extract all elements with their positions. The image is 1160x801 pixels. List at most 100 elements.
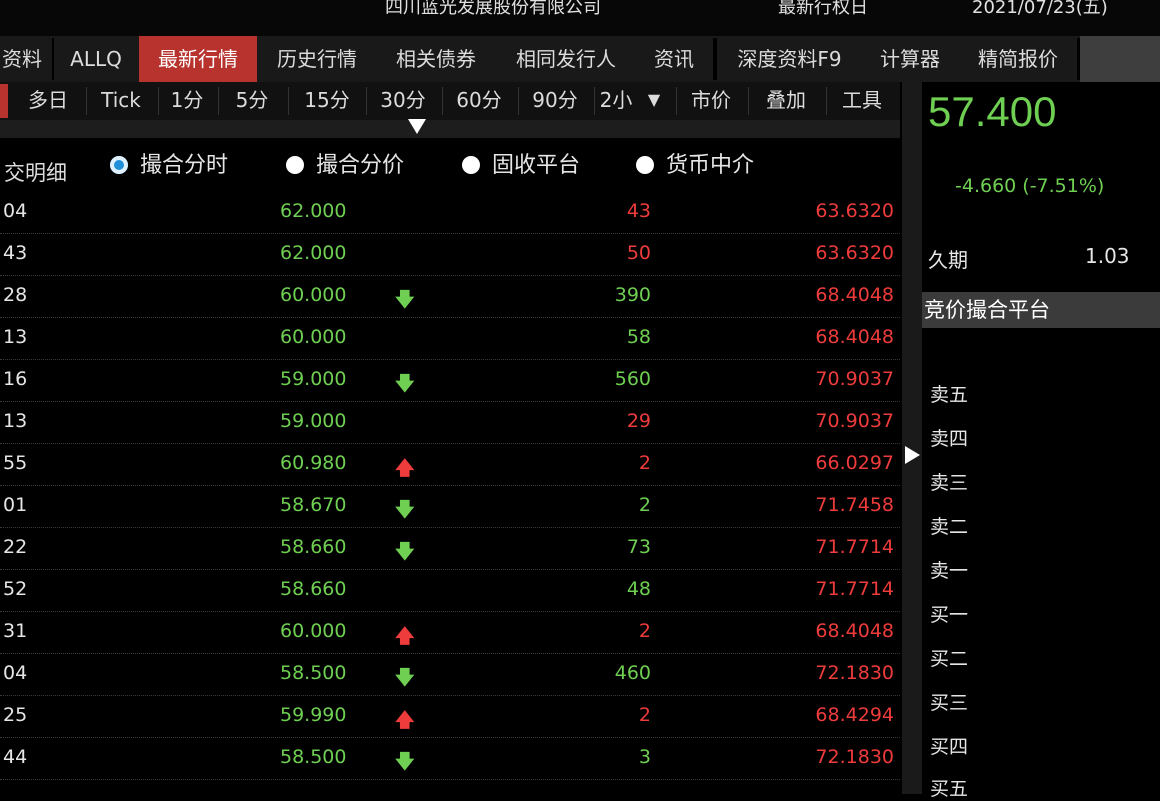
bid-level-label: 买五 bbox=[930, 778, 969, 800]
period-active-marker bbox=[0, 84, 8, 118]
period-dropdown-icon[interactable]: ▼ bbox=[636, 82, 672, 120]
exercise-date-label: 最新行权日 bbox=[778, 0, 868, 18]
radio-money-broker[interactable]: 货币中介 bbox=[636, 152, 754, 180]
trade-time: 01 bbox=[3, 494, 28, 516]
tab-profile[interactable]: 资料 bbox=[0, 36, 52, 82]
period-tick[interactable]: Tick bbox=[88, 82, 154, 120]
table-row[interactable]: 13 60.000 58 68.4048 bbox=[0, 318, 900, 360]
period-2h[interactable]: 2小 bbox=[596, 82, 636, 120]
exercise-date: 2021/07/23(五) bbox=[972, 0, 1108, 18]
ask-level-label: 卖五 bbox=[930, 384, 969, 406]
duration-label: 久期 bbox=[928, 248, 968, 272]
trade-volume: 43 bbox=[626, 200, 651, 222]
table-row[interactable]: 28 60.000 390 68.4048 🡇 bbox=[0, 276, 900, 318]
radio-match-price[interactable]: 撮合分价 bbox=[286, 152, 404, 180]
tab-related-bonds[interactable]: 相关债券 bbox=[377, 36, 495, 82]
trade-volume: 460 bbox=[614, 662, 651, 684]
trade-yield: 68.4048 bbox=[815, 620, 894, 642]
radio-label: 撮合分价 bbox=[316, 153, 405, 178]
trade-price: 58.500 bbox=[280, 746, 347, 768]
tab-brief-quote[interactable]: 精简报价 bbox=[959, 36, 1077, 82]
tab-news[interactable]: 资讯 bbox=[637, 36, 711, 82]
table-row[interactable]: 25 59.990 2 68.4294 🡅 bbox=[0, 696, 900, 738]
period-multi-day[interactable]: 多日 bbox=[14, 82, 82, 120]
radio-label: 撮合分时 bbox=[140, 153, 229, 178]
table-row[interactable]: 01 58.670 2 71.7458 🡇 bbox=[0, 486, 900, 528]
trade-yield: 66.0297 bbox=[815, 452, 894, 474]
overlay-button[interactable]: 叠加 bbox=[750, 82, 822, 120]
arrow-down-icon: 🡇 bbox=[395, 751, 415, 773]
arrow-up-icon: 🡅 bbox=[395, 709, 415, 731]
table-row[interactable]: 43 62.000 50 63.6320 bbox=[0, 234, 900, 276]
table-row[interactable]: 13 59.000 29 70.9037 bbox=[0, 402, 900, 444]
period-60min[interactable]: 60分 bbox=[444, 82, 514, 120]
trade-price: 58.670 bbox=[280, 494, 347, 516]
trade-time: 28 bbox=[3, 284, 28, 306]
trade-yield: 63.6320 bbox=[815, 200, 894, 222]
trade-price: 58.500 bbox=[280, 662, 347, 684]
arrow-down-icon: 🡇 bbox=[395, 289, 415, 311]
auction-platform-header: 竞价撮合平台 bbox=[922, 292, 1160, 328]
table-row[interactable]: 04 58.500 460 72.1830 🡇 bbox=[0, 654, 900, 696]
tab-deep-f9[interactable]: 深度资料F9 bbox=[718, 36, 861, 82]
period-30min[interactable]: 30分 bbox=[368, 82, 438, 120]
trade-yield: 72.1830 bbox=[815, 662, 894, 684]
tools-button[interactable]: 工具 bbox=[828, 82, 896, 120]
table-row[interactable]: 22 58.660 73 71.7714 🡇 bbox=[0, 528, 900, 570]
radio-fixed-income-platform[interactable]: 固收平台 bbox=[462, 152, 580, 180]
duration-value: 1.03 bbox=[1085, 244, 1130, 268]
trade-time: 13 bbox=[3, 326, 28, 348]
tab-allq[interactable]: ALLQ bbox=[54, 36, 138, 82]
trade-volume: 2 bbox=[638, 704, 651, 726]
trade-yield: 68.4048 bbox=[815, 284, 894, 306]
trade-price: 59.000 bbox=[280, 368, 347, 390]
tab-bar-filler bbox=[1080, 36, 1160, 82]
trade-volume: 2 bbox=[638, 620, 651, 642]
bid-level-label: 买四 bbox=[930, 736, 969, 758]
ask-level-label: 卖三 bbox=[930, 472, 969, 494]
table-row[interactable]: 31 60.000 2 68.4048 🡅 bbox=[0, 612, 900, 654]
period-15min[interactable]: 15分 bbox=[290, 82, 364, 120]
tab-same-issuer[interactable]: 相同发行人 bbox=[496, 36, 636, 82]
trade-price: 59.000 bbox=[280, 410, 347, 432]
price-change: -4.660 (-7.51%) bbox=[955, 175, 1105, 197]
period-90min[interactable]: 90分 bbox=[520, 82, 590, 120]
trade-detail-label: 交明细 bbox=[4, 161, 67, 185]
ask-level-label: 卖一 bbox=[930, 560, 969, 582]
tab-latest-quote[interactable]: 最新行情 bbox=[139, 36, 257, 82]
panel-splitter[interactable] bbox=[902, 82, 922, 794]
trade-price: 62.000 bbox=[280, 242, 347, 264]
arrow-down-icon: 🡇 bbox=[395, 499, 415, 521]
period-1min[interactable]: 1分 bbox=[160, 82, 214, 120]
trade-time: 31 bbox=[3, 620, 28, 642]
table-row[interactable]: 55 60.980 2 66.0297 🡅 bbox=[0, 444, 900, 486]
expand-arrow-icon[interactable] bbox=[905, 446, 920, 464]
ask-level-label: 卖二 bbox=[930, 516, 969, 538]
period-5min[interactable]: 5分 bbox=[220, 82, 284, 120]
radio-match-timeshare[interactable]: 撮合分时 bbox=[110, 152, 228, 180]
market-price-button[interactable]: 市价 bbox=[678, 82, 744, 120]
collapse-triangle-icon[interactable] bbox=[408, 119, 426, 134]
tab-calculator[interactable]: 计算器 bbox=[862, 36, 958, 82]
trade-volume: 58 bbox=[626, 326, 651, 348]
trade-yield: 63.6320 bbox=[815, 242, 894, 264]
table-row[interactable]: 04 62.000 43 63.6320 bbox=[0, 192, 900, 234]
trade-price: 60.000 bbox=[280, 620, 347, 642]
tab-history-quote[interactable]: 历史行情 bbox=[258, 36, 376, 82]
trade-yield: 71.7714 bbox=[815, 578, 894, 600]
trade-time: 25 bbox=[3, 704, 28, 726]
table-row[interactable]: 52 58.660 48 71.7714 bbox=[0, 570, 900, 612]
trade-volume: 73 bbox=[626, 536, 651, 558]
trade-yield: 68.4048 bbox=[815, 326, 894, 348]
arrow-down-icon: 🡇 bbox=[395, 373, 415, 395]
radio-label: 固收平台 bbox=[492, 153, 581, 178]
trade-yield: 68.4294 bbox=[815, 704, 894, 726]
arrow-down-icon: 🡇 bbox=[395, 541, 415, 563]
trade-time: 52 bbox=[3, 578, 28, 600]
trade-price: 58.660 bbox=[280, 536, 347, 558]
trade-time: 04 bbox=[3, 662, 28, 684]
trade-price: 60.000 bbox=[280, 326, 347, 348]
issuer-name: 四川蓝光发展股份有限公司 bbox=[385, 0, 601, 18]
table-row[interactable]: 44 58.500 3 72.1830 🡇 bbox=[0, 738, 900, 780]
table-row[interactable]: 16 59.000 560 70.9037 🡇 bbox=[0, 360, 900, 402]
